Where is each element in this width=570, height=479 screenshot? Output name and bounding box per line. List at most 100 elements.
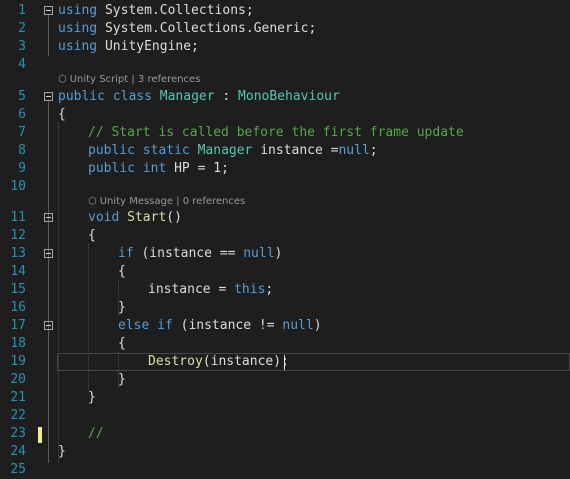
keyword: else	[118, 318, 150, 333]
code-line[interactable]: Destroy(instance);	[148, 353, 289, 371]
code-text: instance =	[252, 143, 339, 158]
brace: {	[88, 228, 96, 243]
fold-toggle[interactable]	[44, 249, 53, 258]
line-number: 15	[10, 282, 26, 297]
codelens-class[interactable]: ⬡ Unity Script | 3 references	[58, 73, 200, 87]
keyword: this	[234, 282, 266, 297]
line-number: 17	[10, 318, 26, 333]
code-line[interactable]: }	[118, 299, 126, 317]
unity-icon: ⬡	[88, 196, 97, 207]
code-line[interactable]: void Start()	[88, 209, 182, 227]
outline-guide	[48, 258, 49, 309]
code-text: ;	[265, 282, 274, 297]
change-marker	[38, 427, 42, 443]
brace: }	[88, 390, 96, 405]
line-number: 7	[18, 125, 26, 140]
code-line[interactable]: }	[118, 371, 126, 389]
line-number: 16	[10, 300, 26, 315]
code-text: System.Collections;	[97, 3, 254, 18]
comment: // Start is called before the first fram…	[88, 125, 464, 140]
keyword: using	[58, 3, 98, 18]
code-text: )	[274, 246, 283, 261]
code-text: (instance);	[202, 354, 289, 369]
line-number: 25	[10, 462, 26, 477]
keyword: static	[134, 143, 190, 158]
line-number: 2	[18, 21, 26, 36]
brace: {	[118, 336, 126, 351]
code-line[interactable]: }	[58, 443, 66, 461]
code-line[interactable]: public int HP = 1;	[88, 160, 229, 178]
code-line[interactable]: if (instance == null)	[118, 245, 282, 263]
line-number: 21	[10, 390, 26, 405]
line-number: 14	[10, 264, 26, 279]
line-number: 22	[10, 408, 26, 423]
code-line[interactable]: {	[88, 227, 96, 245]
code-text: System.Collections.Generic;	[97, 21, 317, 36]
class-name: Manager	[151, 89, 215, 104]
keyword: class	[104, 89, 152, 104]
keyword: void	[88, 210, 120, 225]
keyword: int	[134, 161, 167, 176]
code-text: UnityEngine;	[97, 39, 199, 54]
code-text: ()	[166, 210, 182, 225]
line-number: 11	[10, 210, 26, 225]
fold-toggle[interactable]	[44, 321, 53, 330]
code-line[interactable]: }	[88, 389, 96, 407]
keyword: public	[88, 143, 135, 158]
line-number: 18	[10, 336, 26, 351]
code-text: (instance !=	[172, 318, 283, 333]
code-line[interactable]: // Start is called before the first fram…	[88, 124, 464, 142]
outline-guide	[48, 15, 49, 56]
code-line[interactable]: {	[118, 263, 126, 281]
type-name: Manager	[189, 143, 253, 158]
line-number: 9	[18, 161, 26, 176]
line-number: 19	[10, 354, 26, 369]
method-call: Destroy	[148, 354, 203, 369]
line-number: 5	[18, 89, 26, 104]
code-text: HP = 1;	[166, 161, 229, 176]
code-line[interactable]: {	[58, 106, 66, 124]
keyword: if	[149, 318, 173, 333]
keyword: null	[338, 143, 370, 158]
keyword: null	[243, 246, 275, 261]
keyword: if	[118, 246, 134, 261]
keyword: null	[282, 318, 314, 333]
code-line[interactable]: else if (instance != null)	[118, 317, 322, 335]
code-text: instance =	[148, 282, 235, 297]
line-number: 3	[18, 39, 26, 54]
brace: }	[118, 300, 126, 315]
line-number: 10	[10, 179, 26, 194]
line-number: 12	[10, 228, 26, 243]
code-editor[interactable]: 1 2 3 4 5 6 7 8 9 10 11 12 13 14 15 16 1…	[0, 0, 570, 477]
keyword: public	[88, 161, 135, 176]
brace: }	[118, 372, 126, 387]
code-line[interactable]: using UnityEngine;	[58, 38, 199, 56]
code-text: ;	[369, 143, 378, 158]
codelens-text: Unity Script | 3 references	[69, 74, 201, 85]
unity-icon: ⬡	[58, 74, 67, 85]
line-number: 20	[10, 372, 26, 387]
line-number: 24	[10, 444, 26, 459]
fold-toggle[interactable]	[44, 92, 53, 101]
line-number: 13	[10, 246, 26, 261]
line-number: 6	[18, 107, 26, 122]
fold-toggle[interactable]	[44, 6, 53, 15]
keyword: using	[58, 39, 98, 54]
brace: {	[58, 107, 66, 122]
code-line[interactable]: instance = this;	[148, 281, 273, 299]
code-text: (instance ==	[133, 246, 244, 261]
outline-guide	[48, 330, 49, 381]
code-text: )	[313, 318, 322, 333]
code-line[interactable]: //	[88, 425, 104, 443]
line-number: 8	[18, 143, 26, 158]
current-line-highlight	[57, 353, 570, 371]
code-line[interactable]: {	[118, 335, 126, 353]
line-number: 4	[18, 57, 26, 72]
code-line[interactable]: using System.Collections;	[58, 2, 254, 20]
code-line[interactable]: public class Manager : MonoBehaviour	[58, 88, 340, 106]
codelens-method[interactable]: ⬡ Unity Message | 0 references	[88, 195, 245, 209]
fold-toggle[interactable]	[44, 213, 53, 222]
code-text: :	[214, 89, 239, 104]
code-line[interactable]: using System.Collections.Generic;	[58, 20, 316, 38]
code-line[interactable]: public static Manager instance =null;	[88, 142, 378, 160]
